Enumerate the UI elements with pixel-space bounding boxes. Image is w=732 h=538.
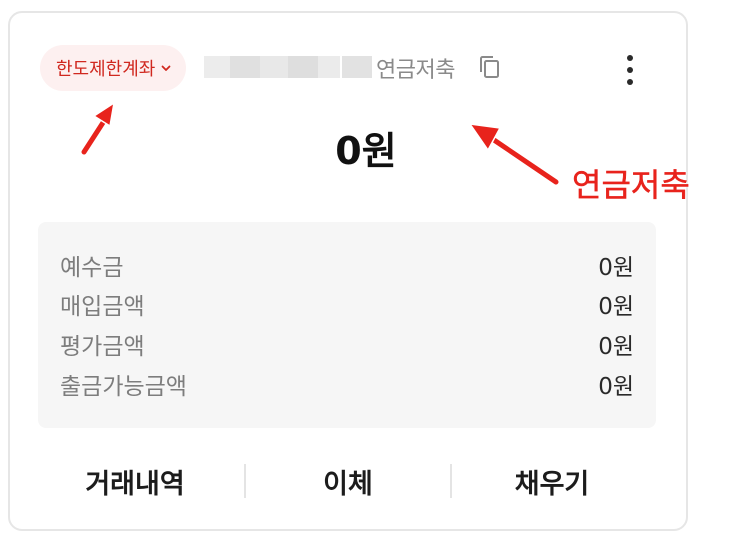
detail-value: 0원 <box>598 294 634 320</box>
transfer-button[interactable]: 이체 <box>246 456 450 506</box>
detail-value: 0원 <box>598 255 634 281</box>
detail-row-deposit: 예수금 0원 <box>60 250 634 281</box>
detail-label: 출금가능금액 <box>60 374 187 400</box>
detail-row-purchase: 매입금액 0원 <box>60 289 634 320</box>
detail-label: 예수금 <box>60 255 124 281</box>
account-type-label: 연금저축 <box>376 58 455 83</box>
detail-row-withdrawable: 출금가능금액 0원 <box>60 369 634 400</box>
annotation-label: 연금저축 <box>572 166 690 205</box>
limit-account-badge[interactable]: 한도제한계좌 <box>40 45 187 91</box>
detail-label: 매입금액 <box>60 294 145 320</box>
detail-value: 0원 <box>598 374 634 400</box>
account-details-panel: 예수금 0원 매입금액 0원 평가금액 0원 출금가능금액 0원 <box>38 222 656 428</box>
fill-button[interactable]: 채우기 <box>452 456 652 506</box>
screen: 한도제한계좌 연금저축 0원 예수금 0원 매입금액 0원 평가금액 0원 출금… <box>0 0 732 538</box>
detail-value: 0원 <box>598 334 634 360</box>
limit-account-badge-label: 한도제한계좌 <box>56 59 156 80</box>
detail-row-valuation: 평가금액 0원 <box>60 329 634 360</box>
action-bar: 거래내역 이체 채우기 <box>10 456 686 506</box>
transaction-history-button[interactable]: 거래내역 <box>30 456 240 506</box>
copy-icon[interactable] <box>478 54 502 80</box>
more-vertical-icon[interactable] <box>618 50 642 90</box>
chevron-down-icon <box>161 65 171 71</box>
detail-label: 평가금액 <box>60 334 145 360</box>
